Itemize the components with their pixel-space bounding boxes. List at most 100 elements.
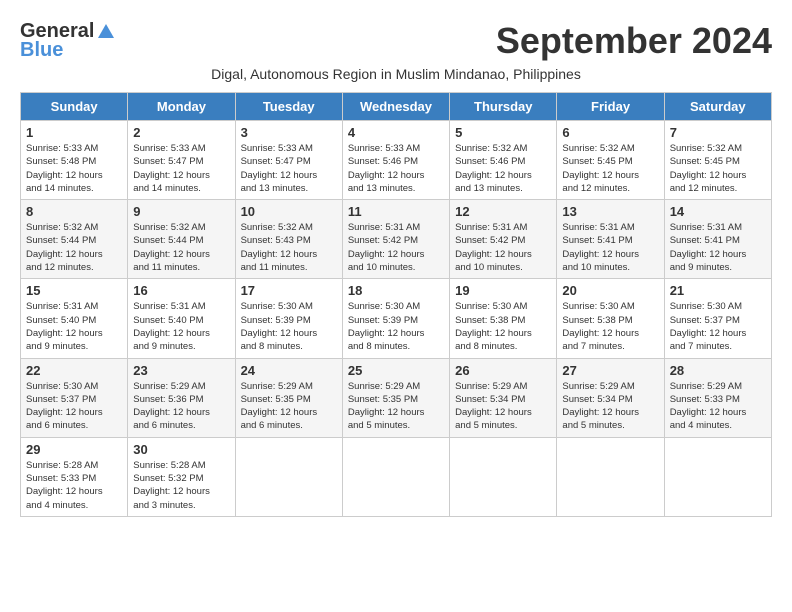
day-number: 1 [26, 125, 122, 140]
header-tuesday: Tuesday [235, 93, 342, 121]
month-title: September 2024 [496, 20, 772, 62]
day-number: 27 [562, 363, 658, 378]
table-row [450, 437, 557, 516]
table-row: 7 Sunrise: 5:32 AM Sunset: 5:45 PM Dayli… [664, 121, 771, 200]
table-row: 30 Sunrise: 5:28 AM Sunset: 5:32 PM Dayl… [128, 437, 235, 516]
day-number: 21 [670, 283, 766, 298]
day-info: Sunrise: 5:30 AM Sunset: 5:39 PM Dayligh… [241, 300, 337, 353]
day-number: 19 [455, 283, 551, 298]
day-number: 6 [562, 125, 658, 140]
table-row: 25 Sunrise: 5:29 AM Sunset: 5:35 PM Dayl… [342, 358, 449, 437]
header-saturday: Saturday [664, 93, 771, 121]
table-row: 4 Sunrise: 5:33 AM Sunset: 5:46 PM Dayli… [342, 121, 449, 200]
day-number: 18 [348, 283, 444, 298]
day-number: 20 [562, 283, 658, 298]
day-info: Sunrise: 5:29 AM Sunset: 5:34 PM Dayligh… [562, 380, 658, 433]
day-info: Sunrise: 5:29 AM Sunset: 5:33 PM Dayligh… [670, 380, 766, 433]
table-row: 1 Sunrise: 5:33 AM Sunset: 5:48 PM Dayli… [21, 121, 128, 200]
header-thursday: Thursday [450, 93, 557, 121]
calendar-week-row: 29 Sunrise: 5:28 AM Sunset: 5:33 PM Dayl… [21, 437, 772, 516]
table-row: 21 Sunrise: 5:30 AM Sunset: 5:37 PM Dayl… [664, 279, 771, 358]
header-sunday: Sunday [21, 93, 128, 121]
day-info: Sunrise: 5:32 AM Sunset: 5:45 PM Dayligh… [670, 142, 766, 195]
table-row: 16 Sunrise: 5:31 AM Sunset: 5:40 PM Dayl… [128, 279, 235, 358]
day-info: Sunrise: 5:29 AM Sunset: 5:34 PM Dayligh… [455, 380, 551, 433]
table-row: 2 Sunrise: 5:33 AM Sunset: 5:47 PM Dayli… [128, 121, 235, 200]
logo: General Blue [20, 20, 116, 62]
day-info: Sunrise: 5:33 AM Sunset: 5:47 PM Dayligh… [133, 142, 229, 195]
table-row: 6 Sunrise: 5:32 AM Sunset: 5:45 PM Dayli… [557, 121, 664, 200]
table-row [235, 437, 342, 516]
day-number: 30 [133, 442, 229, 457]
day-info: Sunrise: 5:32 AM Sunset: 5:43 PM Dayligh… [241, 221, 337, 274]
day-number: 14 [670, 204, 766, 219]
day-info: Sunrise: 5:29 AM Sunset: 5:35 PM Dayligh… [348, 380, 444, 433]
table-row: 26 Sunrise: 5:29 AM Sunset: 5:34 PM Dayl… [450, 358, 557, 437]
day-number: 4 [348, 125, 444, 140]
day-info: Sunrise: 5:31 AM Sunset: 5:42 PM Dayligh… [348, 221, 444, 274]
table-row: 13 Sunrise: 5:31 AM Sunset: 5:41 PM Dayl… [557, 200, 664, 279]
day-info: Sunrise: 5:33 AM Sunset: 5:46 PM Dayligh… [348, 142, 444, 195]
day-info: Sunrise: 5:32 AM Sunset: 5:44 PM Dayligh… [133, 221, 229, 274]
table-row: 5 Sunrise: 5:32 AM Sunset: 5:46 PM Dayli… [450, 121, 557, 200]
day-number: 11 [348, 204, 444, 219]
table-row: 28 Sunrise: 5:29 AM Sunset: 5:33 PM Dayl… [664, 358, 771, 437]
table-row [664, 437, 771, 516]
table-row: 22 Sunrise: 5:30 AM Sunset: 5:37 PM Dayl… [21, 358, 128, 437]
day-number: 22 [26, 363, 122, 378]
day-info: Sunrise: 5:32 AM Sunset: 5:46 PM Dayligh… [455, 142, 551, 195]
table-row: 10 Sunrise: 5:32 AM Sunset: 5:43 PM Dayl… [235, 200, 342, 279]
logo-blue-text: Blue [20, 39, 63, 62]
logo-icon [96, 22, 116, 42]
day-info: Sunrise: 5:28 AM Sunset: 5:32 PM Dayligh… [133, 459, 229, 512]
day-number: 2 [133, 125, 229, 140]
table-row: 27 Sunrise: 5:29 AM Sunset: 5:34 PM Dayl… [557, 358, 664, 437]
day-number: 17 [241, 283, 337, 298]
table-row: 12 Sunrise: 5:31 AM Sunset: 5:42 PM Dayl… [450, 200, 557, 279]
day-number: 29 [26, 442, 122, 457]
day-info: Sunrise: 5:31 AM Sunset: 5:42 PM Dayligh… [455, 221, 551, 274]
day-info: Sunrise: 5:33 AM Sunset: 5:47 PM Dayligh… [241, 142, 337, 195]
table-row: 17 Sunrise: 5:30 AM Sunset: 5:39 PM Dayl… [235, 279, 342, 358]
table-row: 14 Sunrise: 5:31 AM Sunset: 5:41 PM Dayl… [664, 200, 771, 279]
day-info: Sunrise: 5:29 AM Sunset: 5:36 PM Dayligh… [133, 380, 229, 433]
table-row: 29 Sunrise: 5:28 AM Sunset: 5:33 PM Dayl… [21, 437, 128, 516]
table-row: 3 Sunrise: 5:33 AM Sunset: 5:47 PM Dayli… [235, 121, 342, 200]
calendar-week-row: 1 Sunrise: 5:33 AM Sunset: 5:48 PM Dayli… [21, 121, 772, 200]
day-number: 8 [26, 204, 122, 219]
calendar-header-row: Sunday Monday Tuesday Wednesday Thursday… [21, 93, 772, 121]
day-number: 24 [241, 363, 337, 378]
day-info: Sunrise: 5:33 AM Sunset: 5:48 PM Dayligh… [26, 142, 122, 195]
day-number: 23 [133, 363, 229, 378]
subtitle: Digal, Autonomous Region in Muslim Minda… [20, 66, 772, 82]
day-number: 26 [455, 363, 551, 378]
table-row: 9 Sunrise: 5:32 AM Sunset: 5:44 PM Dayli… [128, 200, 235, 279]
day-info: Sunrise: 5:30 AM Sunset: 5:39 PM Dayligh… [348, 300, 444, 353]
header-wednesday: Wednesday [342, 93, 449, 121]
day-number: 15 [26, 283, 122, 298]
page-header: General Blue September 2024 [20, 20, 772, 62]
day-number: 10 [241, 204, 337, 219]
table-row: 24 Sunrise: 5:29 AM Sunset: 5:35 PM Dayl… [235, 358, 342, 437]
day-info: Sunrise: 5:28 AM Sunset: 5:33 PM Dayligh… [26, 459, 122, 512]
day-number: 13 [562, 204, 658, 219]
day-number: 5 [455, 125, 551, 140]
day-info: Sunrise: 5:29 AM Sunset: 5:35 PM Dayligh… [241, 380, 337, 433]
table-row: 19 Sunrise: 5:30 AM Sunset: 5:38 PM Dayl… [450, 279, 557, 358]
day-info: Sunrise: 5:30 AM Sunset: 5:37 PM Dayligh… [670, 300, 766, 353]
day-info: Sunrise: 5:32 AM Sunset: 5:45 PM Dayligh… [562, 142, 658, 195]
day-info: Sunrise: 5:30 AM Sunset: 5:38 PM Dayligh… [562, 300, 658, 353]
day-info: Sunrise: 5:30 AM Sunset: 5:37 PM Dayligh… [26, 380, 122, 433]
table-row: 18 Sunrise: 5:30 AM Sunset: 5:39 PM Dayl… [342, 279, 449, 358]
table-row: 20 Sunrise: 5:30 AM Sunset: 5:38 PM Dayl… [557, 279, 664, 358]
table-row [342, 437, 449, 516]
day-number: 12 [455, 204, 551, 219]
day-info: Sunrise: 5:31 AM Sunset: 5:40 PM Dayligh… [26, 300, 122, 353]
calendar-table: Sunday Monday Tuesday Wednesday Thursday… [20, 92, 772, 517]
day-info: Sunrise: 5:32 AM Sunset: 5:44 PM Dayligh… [26, 221, 122, 274]
table-row: 15 Sunrise: 5:31 AM Sunset: 5:40 PM Dayl… [21, 279, 128, 358]
calendar-week-row: 15 Sunrise: 5:31 AM Sunset: 5:40 PM Dayl… [21, 279, 772, 358]
day-number: 7 [670, 125, 766, 140]
table-row: 23 Sunrise: 5:29 AM Sunset: 5:36 PM Dayl… [128, 358, 235, 437]
day-number: 28 [670, 363, 766, 378]
